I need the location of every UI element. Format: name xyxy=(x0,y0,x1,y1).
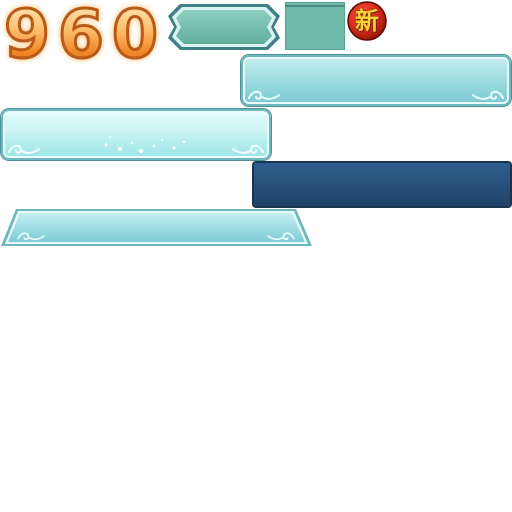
digit-nine: 9 xyxy=(2,0,52,69)
dark-blue-bar xyxy=(253,162,511,207)
sparkle-icon xyxy=(104,136,186,154)
sprite-atlas: 9 6 0 新 xyxy=(0,0,512,512)
badge-label: 新 xyxy=(355,6,379,35)
digit-six: 6 xyxy=(56,0,106,69)
color-swatch xyxy=(285,2,345,50)
swirl-ornament-icon xyxy=(8,144,40,154)
swirl-ornament-icon xyxy=(232,144,264,154)
new-badge: 新 xyxy=(346,0,388,42)
octagon-plate xyxy=(166,2,282,52)
light-panel-2 xyxy=(1,109,271,160)
light-panel-1 xyxy=(241,55,511,106)
swirl-ornament-icon xyxy=(17,232,45,241)
digit-zero: 0 xyxy=(110,0,160,69)
trapezoid-panel xyxy=(0,208,314,248)
swirl-ornament-icon xyxy=(472,90,504,100)
swirl-ornament-icon xyxy=(267,232,295,241)
swirl-ornament-icon xyxy=(248,90,280,100)
